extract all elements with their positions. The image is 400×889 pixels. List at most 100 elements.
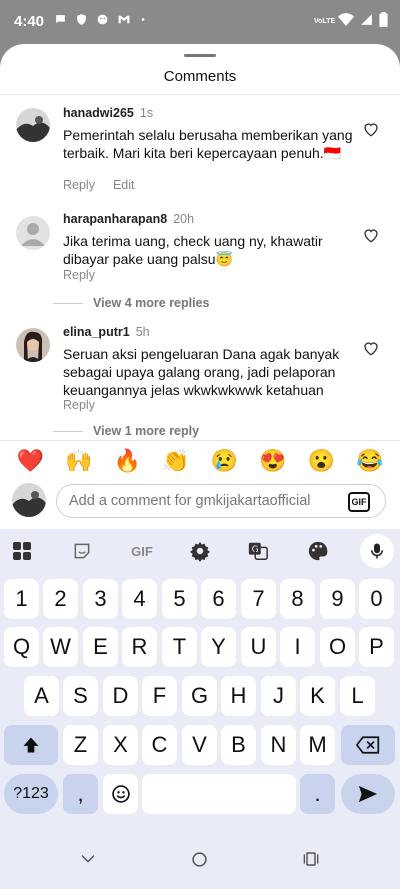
backspace-key[interactable] [341,725,395,765]
key-5[interactable]: 5 [162,579,197,619]
key-z[interactable]: Z [63,725,98,765]
avatar[interactable] [16,108,50,142]
key-y[interactable]: Y [201,627,236,667]
key-r[interactable]: R [122,627,157,667]
key-a[interactable]: A [24,676,59,716]
comment-actions: Reply [63,268,95,282]
comment-username[interactable]: harapanharapan8 20h [63,212,194,226]
emoji-key[interactable] [103,774,138,814]
comment-input[interactable] [69,493,339,509]
comment-text: Pemerintah selalu berusaha memberikan ya… [63,127,353,161]
key-0[interactable]: 0 [359,579,394,619]
emoji-button[interactable]: 😍 [257,448,289,482]
comments-sheet: Comments hanadwi265 1s Pemerintah selalu … [0,44,400,889]
key-o[interactable]: O [320,627,355,667]
emoji-button[interactable]: 😂 [354,448,386,482]
key-q[interactable]: Q [4,627,39,667]
palette-icon[interactable] [304,537,332,565]
comma-key[interactable]: , [63,774,98,814]
key-k[interactable]: K [300,676,335,716]
dot-icon [139,13,147,29]
key-s[interactable]: S [63,676,98,716]
key-2[interactable]: 2 [43,579,78,619]
view-more-label[interactable]: View 1 more reply [93,424,199,438]
comment-username[interactable]: elina_putr1 5h [63,325,150,339]
view-more-replies-button[interactable]: View 1 more reply [53,424,199,438]
back-chevron-icon[interactable] [80,851,96,872]
emoji-button[interactable]: ❤️ [14,448,46,482]
gmail-icon [117,13,131,29]
shift-key[interactable] [4,725,58,765]
battery-icon [379,12,388,32]
emoji-button[interactable]: 👏 [160,448,192,482]
key-4[interactable]: 4 [122,579,157,619]
key-f[interactable]: F [142,676,177,716]
username-text[interactable]: elina_putr1 [63,325,130,339]
translate-icon[interactable]: G [244,537,272,565]
view-more-label[interactable]: View 4 more replies [93,296,210,310]
key-6[interactable]: 6 [201,579,236,619]
emoji-button[interactable]: 🔥 [111,448,143,482]
emoji-button[interactable]: 😮 [305,448,337,482]
key-b[interactable]: B [221,725,256,765]
microphone-icon[interactable] [360,534,394,568]
key-9[interactable]: 9 [320,579,355,619]
key-1[interactable]: 1 [4,579,39,619]
edit-button[interactable]: Edit [113,178,135,192]
key-j[interactable]: J [261,676,296,716]
home-icon[interactable] [191,851,208,873]
keyboard-toolbar: GIF G [0,529,400,573]
key-h[interactable]: H [221,676,256,716]
comment-actions: Reply [63,398,95,412]
key-w[interactable]: W [43,627,78,667]
space-bar[interactable] [142,774,296,814]
send-key[interactable] [341,774,395,814]
key-l[interactable]: L [340,676,375,716]
heart-icon[interactable] [362,226,380,244]
key-8[interactable]: 8 [280,579,315,619]
avatar[interactable] [16,328,50,362]
key-m[interactable]: M [300,725,335,765]
key-u[interactable]: U [241,627,276,667]
reply-button[interactable]: Reply [63,268,95,282]
gif-keyboard-button[interactable]: GIF [126,537,158,565]
key-x[interactable]: X [103,725,138,765]
comment-username[interactable]: hanadwi265 1s [63,106,153,120]
view-more-replies-button[interactable]: View 4 more replies [53,296,210,310]
emoji-button[interactable]: 😢 [208,448,240,482]
avatar[interactable] [16,216,50,250]
emoji-button[interactable]: 🙌 [63,448,95,482]
drag-handle[interactable] [184,54,216,57]
system-icons: VoLTE [314,12,388,32]
reply-button[interactable]: Reply [63,398,95,412]
key-7[interactable]: 7 [241,579,276,619]
key-t[interactable]: T [162,627,197,667]
symbols-key[interactable]: ?123 [4,774,58,814]
key-v[interactable]: V [182,725,217,765]
key-3[interactable]: 3 [83,579,118,619]
signal-icon [360,13,373,31]
reply-button[interactable]: Reply [63,178,95,192]
heart-icon[interactable] [362,339,380,357]
gear-icon[interactable] [186,537,214,565]
key-n[interactable]: N [261,725,296,765]
key-p[interactable]: P [359,627,394,667]
recents-icon[interactable] [303,851,319,872]
period-key[interactable]: . [300,774,335,814]
thread-line [53,430,83,432]
gif-button[interactable]: GIF [348,492,370,512]
key-i[interactable]: I [280,627,315,667]
username-text[interactable]: hanadwi265 [63,106,134,120]
message-icon [54,13,67,29]
key-e[interactable]: E [83,627,118,667]
emoji-reaction-bar: ❤️ 🙌 🔥 👏 😢 😍 😮 😂 [0,448,400,482]
key-c[interactable]: C [142,725,177,765]
heart-icon[interactable] [362,120,380,138]
key-g[interactable]: G [182,676,217,716]
sticker-icon[interactable] [68,537,96,565]
apps-grid-icon[interactable] [8,537,36,565]
username-text[interactable]: harapanharapan8 [63,212,167,226]
key-d[interactable]: D [103,676,138,716]
send-icon [358,785,378,803]
status-bar: 4:40 VoLTE [0,0,400,44]
